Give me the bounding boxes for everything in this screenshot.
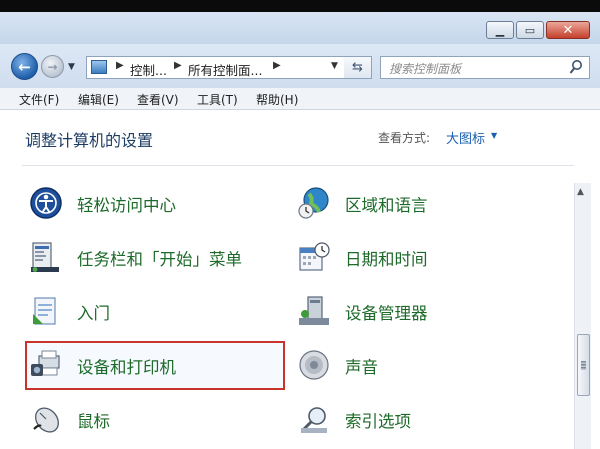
item-mouse[interactable]: 鼠标 — [29, 397, 279, 441]
item-date-time[interactable]: 日期和时间 — [297, 235, 547, 279]
item-label: 索引选项 — [345, 412, 411, 431]
back-arrow-icon: ← — [18, 57, 31, 76]
item-label: 日期和时间 — [345, 250, 428, 269]
address-bar[interactable]: ▶ 控制... ▶ 所有控制面... ▶ ▼ — [86, 56, 372, 79]
item-getting-started[interactable]: 入门 — [29, 289, 279, 333]
title-bar: ▁ ▭ ✕ — [0, 12, 600, 44]
recent-pages-dropdown-icon[interactable]: ▼ — [68, 62, 75, 72]
item-sound[interactable]: 声音 — [297, 343, 547, 387]
breadcrumb-all-items[interactable]: 所有控制面... — [188, 60, 262, 79]
devices-printers-icon — [31, 350, 60, 376]
page-title: 调整计算机的设置 — [25, 131, 154, 150]
indexing-options-icon — [301, 407, 327, 433]
item-taskbar-start-menu[interactable]: 任务栏和「开始」菜单 — [29, 235, 279, 279]
item-ease-of-access[interactable]: 轻松访问中心 — [29, 181, 279, 225]
item-label: 区域和语言 — [345, 196, 428, 215]
view-by-dropdown[interactable]: 大图标 — [446, 128, 485, 147]
item-label: 鼠标 — [77, 412, 110, 431]
divider — [22, 165, 574, 166]
item-label: 设备管理器 — [345, 304, 428, 323]
menu-file[interactable]: 文件(F) — [19, 91, 59, 108]
item-region-language[interactable]: 区域和语言 — [297, 181, 547, 225]
search-icon[interactable] — [569, 59, 583, 75]
refresh-button[interactable]: ⇆ — [344, 56, 372, 79]
item-label: 入门 — [77, 304, 110, 323]
breadcrumb-separator-icon[interactable]: ▶ — [273, 60, 281, 71]
search-input[interactable]: 搜索控制面板 — [380, 56, 590, 79]
control-panel-icon — [91, 60, 107, 74]
close-icon: ✕ — [562, 22, 574, 38]
region-language-icon — [298, 187, 329, 219]
search-placeholder: 搜索控制面板 — [389, 62, 462, 76]
minimize-button[interactable]: ▁ — [486, 21, 514, 39]
maximize-icon: ▭ — [524, 23, 536, 37]
close-button[interactable]: ✕ — [546, 21, 590, 39]
item-label: 任务栏和「开始」菜单 — [77, 250, 242, 269]
item-label: 轻松访问中心 — [77, 196, 176, 215]
item-label: 声音 — [345, 358, 378, 377]
chevron-down-icon[interactable]: ▼ — [491, 131, 497, 140]
date-time-icon — [299, 242, 330, 271]
forward-button[interactable]: → — [41, 55, 64, 78]
grip-icon: ═ ═ ═ — [581, 358, 586, 373]
item-label: 设备和打印机 — [77, 358, 176, 377]
getting-started-icon — [33, 297, 56, 325]
forward-arrow-icon: → — [47, 59, 58, 74]
maximize-button[interactable]: ▭ — [516, 21, 544, 39]
top-strip — [0, 0, 600, 12]
menu-view[interactable]: 查看(V) — [137, 91, 179, 108]
menu-bar: 文件(F) 编辑(E) 查看(V) 工具(T) 帮助(H) — [0, 88, 600, 110]
address-dropdown-icon[interactable]: ▼ — [331, 61, 338, 71]
menu-tools[interactable]: 工具(T) — [197, 91, 238, 108]
refresh-icon: ⇆ — [352, 60, 363, 75]
item-indexing-options[interactable]: 索引选项 — [297, 397, 547, 441]
scroll-up-icon[interactable]: ▲ — [577, 187, 584, 197]
breadcrumb-control-panel[interactable]: 控制... — [130, 60, 167, 79]
taskbar-start-menu-icon — [31, 242, 59, 272]
scrollbar-thumb[interactable]: ═ ═ ═ — [577, 334, 590, 396]
view-by-label: 查看方式: — [378, 131, 431, 145]
device-manager-icon — [299, 296, 329, 325]
vertical-scrollbar[interactable]: ▲ ═ ═ ═ — [574, 183, 591, 449]
navigation-bar: ← → ▼ ▶ 控制... ▶ 所有控制面... ▶ ▼ ⇆ 搜索控制面板 — [0, 44, 600, 88]
menu-help[interactable]: 帮助(H) — [256, 91, 298, 108]
sound-icon — [299, 350, 329, 380]
breadcrumb-separator-icon[interactable]: ▶ — [174, 60, 182, 71]
control-panel-window: ▁ ▭ ✕ ← → ▼ ▶ 控制... ▶ 所有控制面... ▶ ▼ ⇆ 搜索控… — [0, 12, 600, 449]
item-devices-printers[interactable]: 设备和打印机 — [29, 343, 279, 387]
content-pane: 调整计算机的设置 查看方式: 大图标 ▼ 轻松访问中心 任务栏和「开始」菜单 入… — [0, 110, 600, 449]
mouse-icon — [33, 407, 59, 433]
minimize-icon: ▁ — [495, 23, 505, 37]
menu-edit[interactable]: 编辑(E) — [78, 91, 119, 108]
ease-of-access-icon — [30, 187, 62, 219]
item-device-manager[interactable]: 设备管理器 — [297, 289, 547, 333]
breadcrumb-separator-icon[interactable]: ▶ — [116, 60, 124, 71]
back-button[interactable]: ← — [11, 53, 38, 80]
